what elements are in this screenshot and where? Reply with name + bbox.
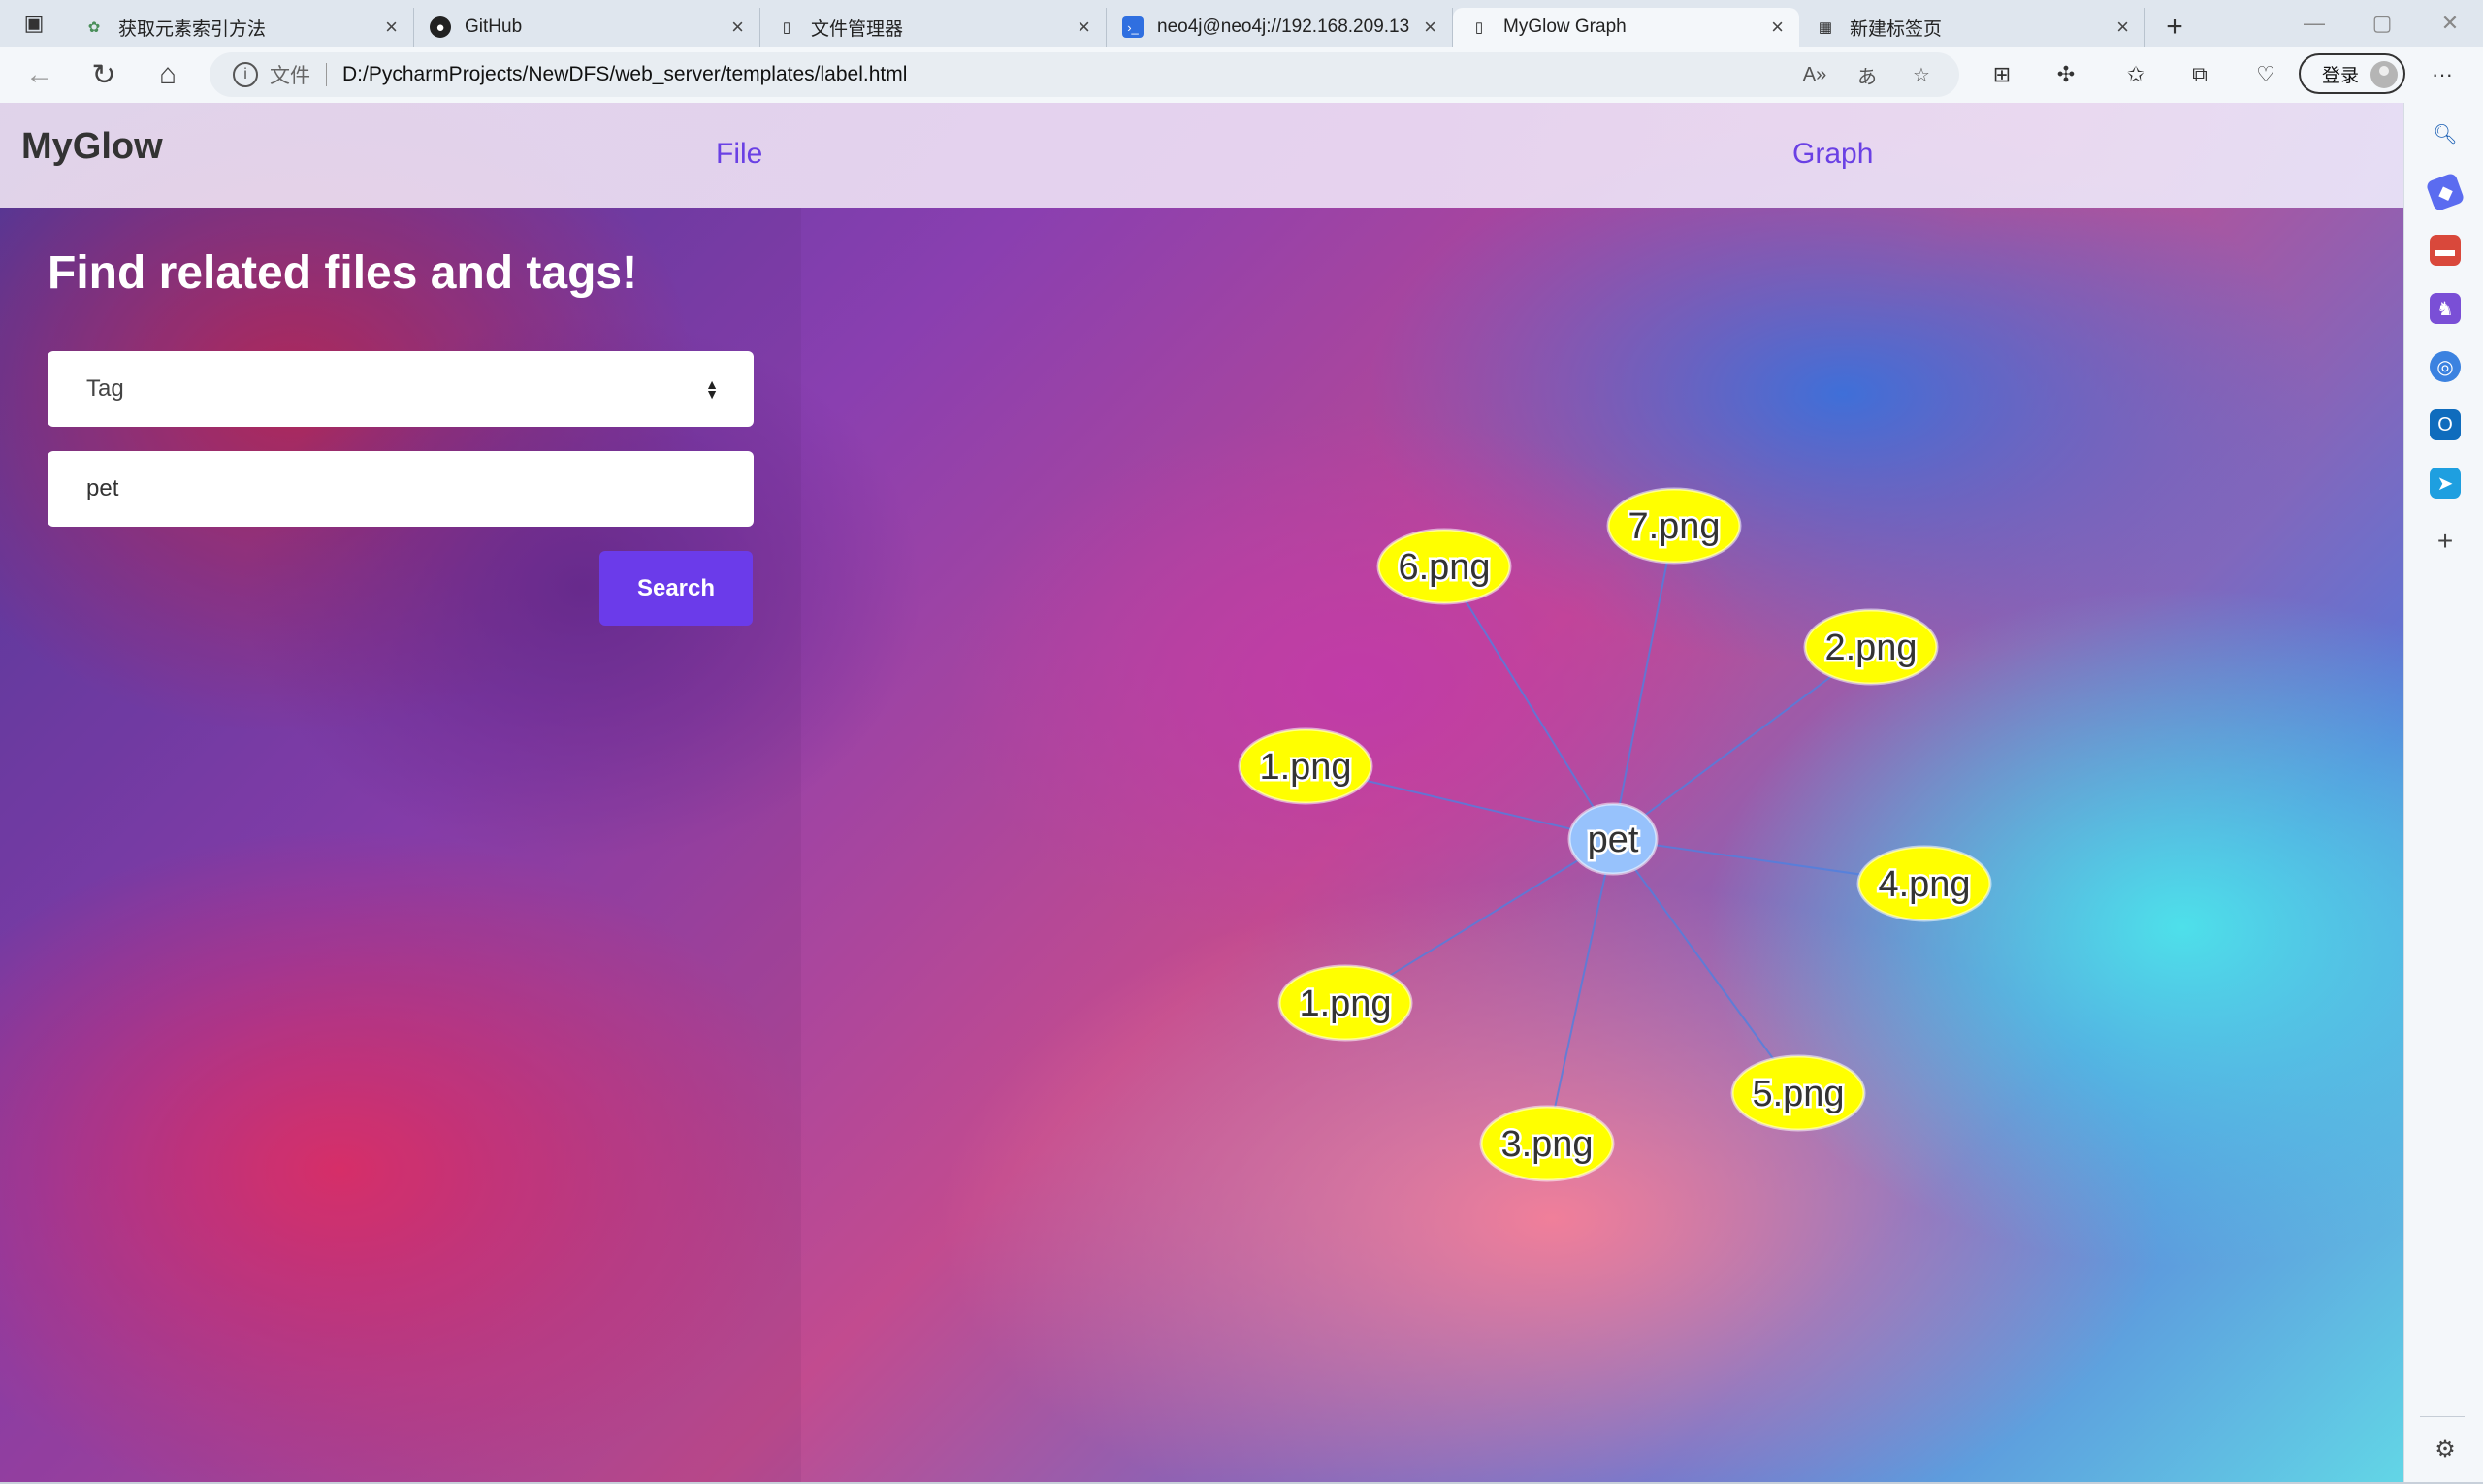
tag-node[interactable]: pet <box>1567 802 1659 876</box>
file-node[interactable]: 6.png <box>1376 528 1512 605</box>
tab-2[interactable]: ▯ 文件管理器 × <box>760 8 1107 47</box>
graph-edge <box>1612 525 1675 840</box>
browser-essentials-icon[interactable]: ♡ <box>2248 60 2283 89</box>
extension-page-icon: ✿ <box>87 19 101 36</box>
search-button[interactable]: Search <box>599 551 753 626</box>
drop-icon[interactable]: ➤ <box>2430 468 2461 499</box>
node-label: 5.png <box>1752 1074 1844 1114</box>
document-icon: ▯ <box>1474 19 1484 36</box>
file-node[interactable]: 1.png <box>1238 727 1373 805</box>
document-icon: ▯ <box>782 19 791 36</box>
tab-title: 文件管理器 <box>811 18 904 40</box>
node-label: 6.png <box>1398 547 1490 588</box>
graph-edge <box>1443 565 1614 840</box>
address-bar[interactable]: i 文件 D:/PycharmProjects/NewDFS/web_serve… <box>210 52 1959 97</box>
file-node[interactable]: 2.png <box>1803 608 1939 686</box>
terminal-icon: ›_ <box>1122 16 1144 38</box>
close-icon[interactable]: × <box>1078 15 1090 40</box>
file-node[interactable]: 1.png <box>1277 964 1413 1042</box>
outlook-icon[interactable]: O <box>2430 409 2461 440</box>
close-window-icon[interactable]: ✕ <box>2419 0 2481 47</box>
file-node[interactable]: 3.png <box>1479 1105 1615 1182</box>
new-tab-button[interactable]: + <box>2145 8 2204 47</box>
search-input[interactable] <box>48 451 754 527</box>
minimize-icon[interactable]: — <box>2283 0 2345 47</box>
home-icon[interactable]: ⌂ <box>136 47 200 103</box>
browser-sidebar: 🔍︎ ◆ ▬ ♞ ◎ O ➤ + ⚙ <box>2403 103 2483 1484</box>
immersive-reader-icon[interactable]: ⊞ <box>1984 60 2019 89</box>
collections-icon[interactable]: ⧉ <box>2182 60 2217 89</box>
tab-title: GitHub <box>465 16 523 37</box>
node-label: pet <box>1588 820 1639 860</box>
site-header: MyGlow File Graph <box>0 103 2403 208</box>
close-icon[interactable]: × <box>731 15 744 40</box>
refresh-icon[interactable]: ↻ <box>72 47 136 103</box>
nav-graph[interactable]: Graph <box>1792 138 1873 171</box>
search-icon[interactable]: 🔍︎ <box>2430 118 2461 149</box>
browser-toolbar: ← ↻ ⌂ i 文件 D:/PycharmProjects/NewDFS/web… <box>0 47 2483 103</box>
back-icon[interactable]: ← <box>8 47 72 103</box>
node-label: 1.png <box>1299 984 1391 1024</box>
url-text[interactable]: D:/PycharmProjects/NewDFS/web_server/tem… <box>342 63 907 86</box>
tab-1[interactable]: ● GitHub × <box>414 8 760 47</box>
extensions-icon[interactable]: ✣ <box>2048 60 2083 89</box>
search-panel: Find related files and tags! Tag ▲▼ Sear… <box>0 208 801 1484</box>
close-icon[interactable]: × <box>385 15 398 40</box>
node-label: 2.png <box>1824 628 1917 668</box>
login-button[interactable]: 登录 <box>2299 53 2405 94</box>
more-menu-icon[interactable]: ··· <box>2425 60 2460 89</box>
nav-file[interactable]: File <box>716 138 762 171</box>
avatar <box>2370 61 2398 88</box>
add-icon[interactable]: + <box>2430 526 2461 557</box>
file-node[interactable]: 5.png <box>1730 1054 1866 1132</box>
read-aloud-icon[interactable]: A» <box>1800 60 1829 89</box>
tab-title: MyGlow Graph <box>1503 16 1627 37</box>
translate-icon[interactable]: あ <box>1853 60 1882 89</box>
tab-5[interactable]: ▦ 新建标签页 × <box>1799 8 2145 47</box>
node-label: 7.png <box>1628 506 1720 547</box>
close-icon[interactable]: × <box>1424 15 1436 40</box>
github-icon: ● <box>430 16 451 38</box>
add-favorite-icon[interactable]: ☆ <box>1907 60 1936 89</box>
page-viewport: 7.png 6.png 2.png 1.png 4.png 1.png 5.png 3.png… <box>0 103 2403 1484</box>
close-icon[interactable]: × <box>1771 15 1784 40</box>
divider <box>2420 1416 2465 1417</box>
tab-3[interactable]: ›_ neo4j@neo4j://192.168.209.136: × <box>1107 8 1453 47</box>
tab-strip: ▣ ✿ 获取元素索引方法 × ● GitHub × ▯ 文件管理器 × ›_ n… <box>0 0 2483 47</box>
info-icon[interactable]: i <box>233 62 258 87</box>
node-label: 3.png <box>1500 1124 1593 1165</box>
select-arrows-icon: ▲ ▼ <box>705 376 719 402</box>
tab-actions-icon[interactable]: ▣ <box>0 0 68 47</box>
tab-title: 获取元素索引方法 <box>118 18 267 40</box>
graph-edge <box>1546 838 1614 1145</box>
node-label: 1.png <box>1259 747 1351 788</box>
settings-icon[interactable]: ⚙ <box>2430 1434 2461 1465</box>
file-node[interactable]: 4.png <box>1856 845 1992 922</box>
tag-icon[interactable]: ◆ <box>2425 172 2466 212</box>
games-icon[interactable]: ♞ <box>2430 293 2461 324</box>
brand-logo[interactable]: MyGlow <box>21 126 163 168</box>
search-type-select[interactable]: Tag ▲ ▼ <box>48 351 754 427</box>
tab-title: neo4j@neo4j://192.168.209.136: <box>1157 16 1411 37</box>
tab-title: 新建标签页 <box>1850 18 1943 40</box>
file-node[interactable]: 7.png <box>1606 487 1742 565</box>
scheme-label: 文件 <box>270 65 310 87</box>
search-type-value: Tag <box>86 375 124 402</box>
tab-4[interactable]: ▯ MyGlow Graph × <box>1453 8 1799 47</box>
new-tab-page-icon: ▦ <box>1818 19 1833 36</box>
maximize-icon[interactable]: ▢ <box>2351 0 2413 47</box>
node-label: 4.png <box>1878 864 1970 905</box>
page-title: Find related files and tags! <box>48 247 638 299</box>
tab-0[interactable]: ✿ 获取元素索引方法 × <box>68 8 414 47</box>
tools-icon[interactable]: ▬ <box>2430 235 2461 266</box>
microsoft-365-icon[interactable]: ◎ <box>2430 351 2461 382</box>
graph-edge <box>1612 838 1799 1094</box>
favorites-icon[interactable]: ✩ <box>2118 60 2153 89</box>
divider <box>326 63 327 86</box>
login-label: 登录 <box>2322 65 2360 86</box>
close-icon[interactable]: × <box>2116 15 2129 40</box>
